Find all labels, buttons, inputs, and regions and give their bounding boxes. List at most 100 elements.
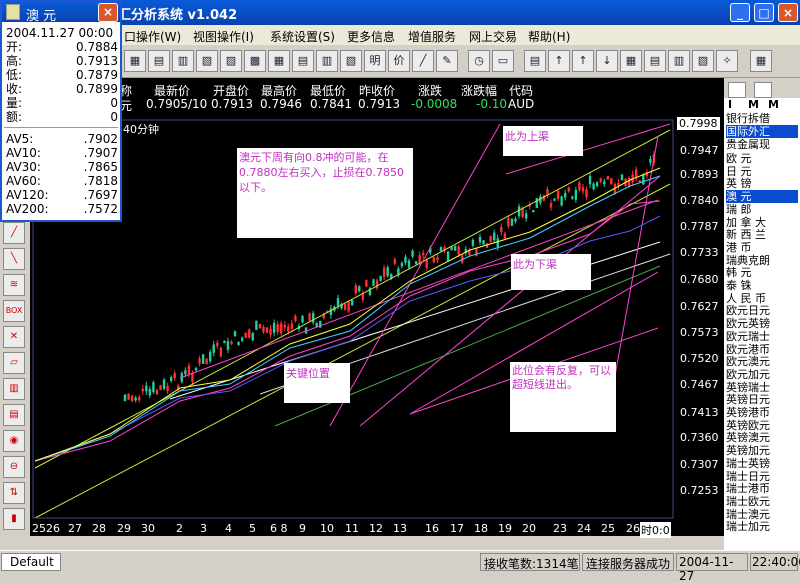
menu-settings[interactable]: 系统设置(S) xyxy=(270,28,335,45)
instrument-item[interactable]: 欧元澳元 xyxy=(726,355,798,368)
tool-icon-10[interactable]: ▧ xyxy=(340,50,362,72)
price-panel-header[interactable]: 澳 元 × xyxy=(2,2,120,24)
instrument-item[interactable]: 欧元瑞士 xyxy=(726,330,798,343)
category-metals[interactable]: 贵金属现 xyxy=(726,138,798,151)
bar-chart-icon[interactable]: ▮ xyxy=(3,508,25,530)
category-forex[interactable]: 国际外汇 xyxy=(726,125,798,138)
delete-icon[interactable]: ✕ xyxy=(3,326,25,348)
tool-icon-7[interactable]: ▦ xyxy=(268,50,290,72)
instrument-item[interactable]: 英镑澳元 xyxy=(726,431,798,444)
menu-value-added[interactable]: 增值服务 xyxy=(408,28,456,45)
left-toolbar: ╱ ╲ ≋ BOX ✕ ▱ ▥ ▤ ◉ ⊖ ⇅ ▮ xyxy=(0,190,30,550)
tab-m2[interactable]: M xyxy=(768,98,779,111)
panel-checkbox-2[interactable] xyxy=(754,82,772,98)
tab-m1[interactable]: M xyxy=(748,98,759,111)
chart-icon[interactable]: ▭ xyxy=(492,50,514,72)
annotation-lower-channel: 此为下渠 xyxy=(511,254,591,290)
up-arrow-icon-2[interactable]: ↑ xyxy=(572,50,594,72)
price-info-panel[interactable]: 澳 元 × 2004.11.27 00:00 开: 0.7884 高: 0.7913… xyxy=(0,0,122,222)
x-tick: 13 xyxy=(393,522,407,535)
candle-body xyxy=(301,316,304,323)
draw-tool-icon[interactable]: ╱ xyxy=(3,222,25,244)
tool-icon-13[interactable]: ▥ xyxy=(668,50,690,72)
candle-body xyxy=(567,187,570,192)
instrument-item[interactable]: 泰 铢 xyxy=(726,279,798,292)
down-arrow-icon[interactable]: ↓ xyxy=(596,50,618,72)
instrument-item[interactable]: 英镑欧元 xyxy=(726,419,798,432)
menu-help[interactable]: 帮助(H) xyxy=(528,28,570,45)
instrument-item[interactable]: 英镑瑞士 xyxy=(726,381,798,394)
box-tool-icon[interactable]: BOX xyxy=(3,300,25,322)
category-interbank[interactable]: 银行拆借 xyxy=(726,112,798,125)
instrument-item[interactable]: 新 西 兰 xyxy=(726,228,798,241)
compass-icon[interactable]: ✧ xyxy=(716,50,738,72)
menu-online-trade[interactable]: 网上交易 xyxy=(469,28,517,45)
tool-icon-11[interactable]: ▦ xyxy=(620,50,642,72)
minimize-button[interactable]: _ xyxy=(730,3,750,22)
close-button[interactable]: × xyxy=(778,3,798,22)
tool-icon-14[interactable]: ▧ xyxy=(692,50,714,72)
instrument-item[interactable]: 欧元日元 xyxy=(726,304,798,317)
tool-icon-8[interactable]: ▤ xyxy=(292,50,314,72)
tab-i[interactable]: I xyxy=(728,98,732,111)
instrument-item[interactable]: 加 拿 大 xyxy=(726,216,798,229)
x-tick: 19 xyxy=(498,522,512,535)
instrument-item[interactable]: 瑞士欧元 xyxy=(726,495,798,508)
instrument-item[interactable]: 澳 元 xyxy=(726,190,798,204)
instrument-item[interactable]: 人 民 币 xyxy=(726,292,798,305)
instrument-item[interactable]: 瑞士英镑 xyxy=(726,457,798,470)
instrument-item[interactable]: 日 元 xyxy=(726,165,798,178)
instrument-item[interactable]: 瑞士港币 xyxy=(726,482,798,495)
channel-tool-icon[interactable]: ≋ xyxy=(3,274,25,296)
tool-icon-9[interactable]: ▥ xyxy=(316,50,338,72)
menu-view[interactable]: 视图操作(I) xyxy=(193,28,254,45)
detail-button[interactable]: 明 xyxy=(364,50,386,72)
pen-icon[interactable]: ✎ xyxy=(436,50,458,72)
instrument-item[interactable]: 瑞士加元 xyxy=(726,520,798,533)
instrument-item[interactable]: 瑞 郎 xyxy=(726,203,798,216)
tool-icon-1[interactable]: ▦ xyxy=(124,50,146,72)
default-tab[interactable]: Default xyxy=(1,553,61,571)
tool-icon-6[interactable]: ▩ xyxy=(244,50,266,72)
grid-icon[interactable]: ▦ xyxy=(750,50,772,72)
instrument-item[interactable]: 韩 元 xyxy=(726,266,798,279)
chart-tool-icon[interactable]: ▤ xyxy=(3,404,25,426)
price-chart[interactable]: 0.7998 0.7947 0.7893 0.7840 0.7787 0.773… xyxy=(30,116,724,538)
menu-window[interactable]: 口操作(W) xyxy=(124,28,181,45)
line-tool-icon[interactable]: ╲ xyxy=(3,248,25,270)
instrument-item[interactable]: 瑞士澳元 xyxy=(726,508,798,521)
instrument-item[interactable]: 英镑加元 xyxy=(726,444,798,457)
instrument-item[interactable]: 英镑日元 xyxy=(726,393,798,406)
instrument-item[interactable]: 港 币 xyxy=(726,241,798,254)
target-icon[interactable]: ◉ xyxy=(3,430,25,452)
menu-more-info[interactable]: 更多信息 xyxy=(347,28,395,45)
instrument-item[interactable]: 瑞典克朗 xyxy=(726,254,798,267)
candle-body xyxy=(606,176,609,180)
instrument-item[interactable]: 欧元英镑 xyxy=(726,317,798,330)
instrument-item[interactable]: 欧元港币 xyxy=(726,343,798,356)
zoom-out-icon[interactable]: ⊖ xyxy=(3,456,25,478)
draw-line-icon[interactable]: ╱ xyxy=(412,50,434,72)
clock-icon[interactable]: ◷ xyxy=(468,50,490,72)
indicator-icon[interactable]: ⇅ xyxy=(3,482,25,504)
instrument-item[interactable]: 瑞士日元 xyxy=(726,470,798,483)
maximize-button[interactable]: □ xyxy=(754,3,774,22)
candle-body xyxy=(592,183,595,190)
close-icon[interactable]: × xyxy=(98,3,118,22)
instrument-item[interactable]: 英镑港币 xyxy=(726,406,798,419)
news-icon[interactable]: ▤ xyxy=(524,50,546,72)
price-button[interactable]: 价 xyxy=(388,50,410,72)
graph-icon[interactable]: ▥ xyxy=(3,378,25,400)
x-tick: 20 xyxy=(522,522,536,535)
tool-icon-2[interactable]: ▤ xyxy=(148,50,170,72)
panel-checkbox[interactable] xyxy=(728,82,746,98)
tool-icon-4[interactable]: ▧ xyxy=(196,50,218,72)
up-arrow-icon[interactable]: ↑ xyxy=(548,50,570,72)
instrument-item[interactable]: 欧 元 xyxy=(726,152,798,165)
tool-icon-3[interactable]: ▥ xyxy=(172,50,194,72)
instrument-item[interactable]: 欧元加元 xyxy=(726,368,798,381)
instrument-item[interactable]: 英 镑 xyxy=(726,177,798,190)
tool-icon-12[interactable]: ▤ xyxy=(644,50,666,72)
tool-icon-5[interactable]: ▨ xyxy=(220,50,242,72)
eraser-icon[interactable]: ▱ xyxy=(3,352,25,374)
